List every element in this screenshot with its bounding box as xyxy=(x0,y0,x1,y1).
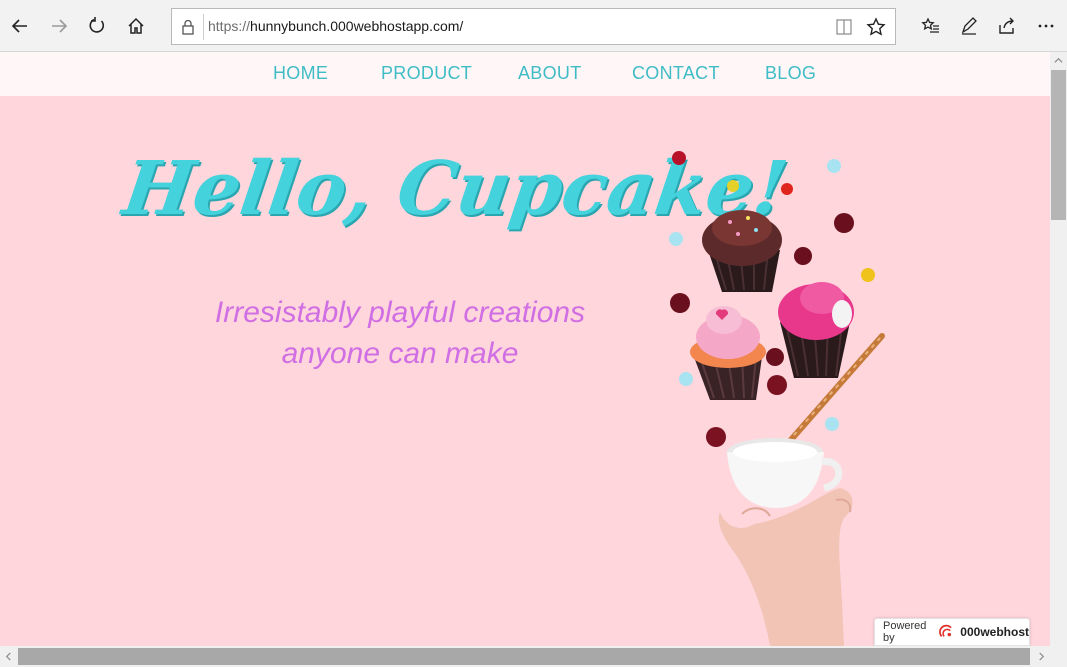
reading-view-icon[interactable] xyxy=(835,18,853,36)
candy xyxy=(670,293,690,313)
nav-about[interactable]: ABOUT xyxy=(518,63,582,84)
scroll-up-arrow[interactable] xyxy=(1050,52,1067,69)
horizontal-scrollbar[interactable] xyxy=(0,646,1067,667)
candy xyxy=(834,213,854,233)
refresh-button[interactable] xyxy=(79,8,115,44)
browser-toolbar: https://hunnybunch.000webhostapp.com/ xyxy=(0,0,1067,52)
arrow-left-icon xyxy=(11,19,27,33)
candy xyxy=(706,427,726,447)
chevron-left-icon xyxy=(5,652,11,661)
candy xyxy=(794,247,812,265)
hero-subtitle-line-2: anyone can make xyxy=(281,337,519,370)
scroll-left-arrow[interactable] xyxy=(0,648,17,665)
webhost-logo-icon xyxy=(938,624,952,637)
home-button[interactable] xyxy=(118,8,154,44)
candy xyxy=(767,375,787,395)
candy xyxy=(825,417,839,431)
url-scheme: https:// xyxy=(208,18,251,34)
hero-title: Hello, Cupcake! xyxy=(117,146,793,232)
page-viewport: HOME PRODUCT ABOUT CONTACT BLOG Hello, C… xyxy=(0,52,1050,646)
site-nav: HOME PRODUCT ABOUT CONTACT BLOG xyxy=(0,52,1050,96)
favorite-star-icon[interactable] xyxy=(866,17,886,37)
share-button[interactable] xyxy=(989,8,1025,44)
favorites-hub-button[interactable] xyxy=(913,8,949,44)
home-icon xyxy=(128,17,144,34)
more-dots-icon xyxy=(1038,24,1054,28)
lock-icon xyxy=(182,19,194,35)
pen-icon xyxy=(961,17,977,35)
candy xyxy=(827,159,841,173)
candy xyxy=(766,348,784,366)
candy xyxy=(672,151,686,165)
url-text[interactable]: https://hunnybunch.000webhostapp.com/ xyxy=(208,18,463,34)
address-separator xyxy=(203,14,204,40)
favorites-list-icon xyxy=(921,17,939,33)
refresh-icon xyxy=(89,17,105,33)
nav-blog[interactable]: BLOG xyxy=(765,63,816,84)
candy xyxy=(727,180,739,192)
hero-subtitle-line-1: Irresistably playful creations xyxy=(214,296,586,329)
vertical-scrollbar[interactable] xyxy=(1050,52,1067,646)
horizontal-scroll-thumb[interactable] xyxy=(18,648,1030,665)
chevron-up-icon xyxy=(1054,57,1063,63)
candy xyxy=(669,232,683,246)
magenta-cupcake xyxy=(778,282,854,378)
web-note-button[interactable] xyxy=(951,8,987,44)
nav-contact[interactable]: CONTACT xyxy=(632,63,720,84)
arrow-right-icon xyxy=(52,19,68,33)
chevron-right-icon xyxy=(1039,652,1045,661)
share-icon xyxy=(999,17,1014,34)
candy xyxy=(861,268,875,282)
hero-subtitle: Irresistably playful creations anyone ca… xyxy=(190,292,610,374)
powered-by-label: Powered by xyxy=(883,620,927,644)
vertical-scroll-thumb[interactable] xyxy=(1051,70,1066,220)
pink-cupcake xyxy=(690,306,766,400)
candy xyxy=(781,183,793,195)
candy xyxy=(679,372,693,386)
more-button[interactable] xyxy=(1028,8,1064,44)
powered-by-brand: 000webhost xyxy=(960,625,1029,639)
nav-home[interactable]: HOME xyxy=(273,63,328,84)
scroll-right-arrow[interactable] xyxy=(1033,648,1050,665)
hand xyxy=(718,488,853,646)
address-bar[interactable]: https://hunnybunch.000webhostapp.com/ xyxy=(171,8,896,45)
back-button[interactable] xyxy=(2,8,38,44)
forward-button[interactable] xyxy=(41,8,77,44)
chocolate-cupcake xyxy=(702,210,782,292)
nav-product[interactable]: PRODUCT xyxy=(381,63,472,84)
cupcake-illustration xyxy=(669,151,885,646)
url-host: hunnybunch.000webhostapp.com/ xyxy=(250,18,464,34)
powered-by-badge[interactable]: Powered by 000webhost xyxy=(874,618,1030,646)
